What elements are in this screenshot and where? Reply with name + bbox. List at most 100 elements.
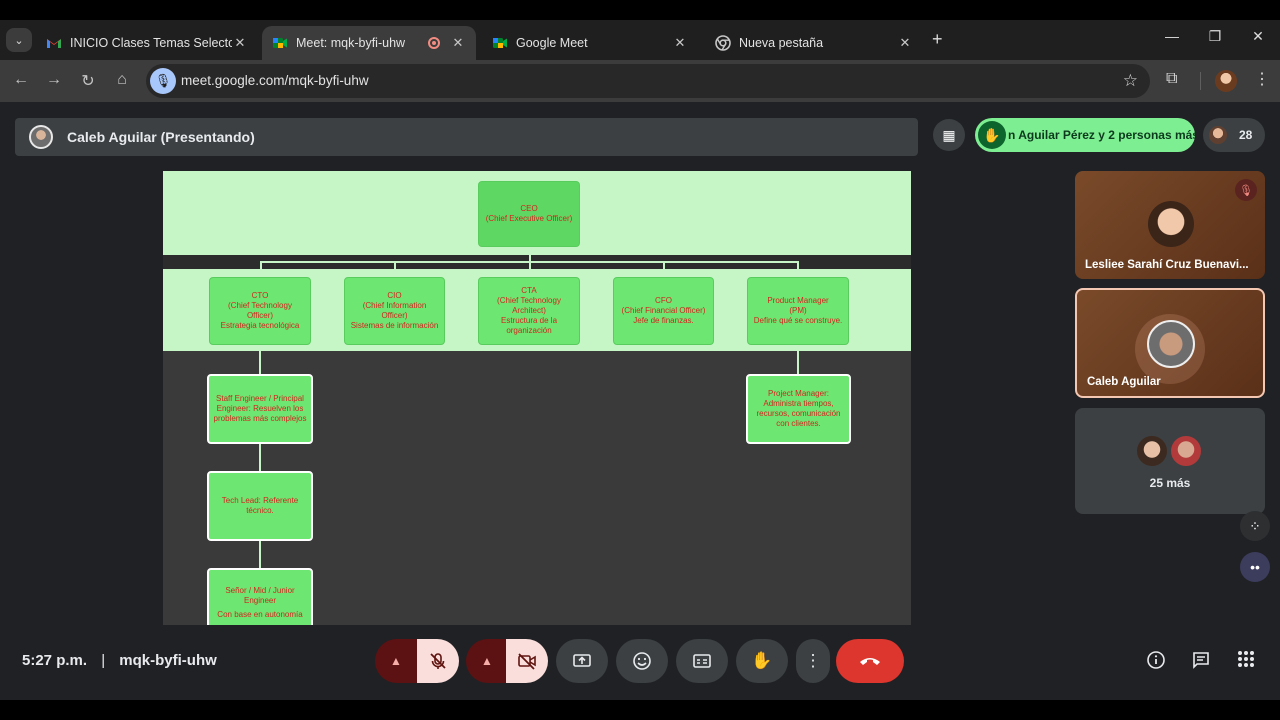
tab-search-chevron-icon[interactable]: ⌄ [6, 28, 32, 52]
profile-avatar[interactable] [1215, 70, 1237, 92]
recording-icon [428, 37, 440, 49]
tab-close-icon[interactable]: ✕ [450, 35, 466, 51]
org-box-desc: Sistemas de información [350, 321, 439, 330]
address-bar[interactable]: 🎙 meet.google.com/mqk-byfi-uhw ☆ [146, 64, 1150, 98]
org-connector [529, 261, 531, 277]
tab-meet-active[interactable]: Meet: mqk-byfi-uhw ✕ [262, 26, 476, 60]
reload-icon[interactable]: ↻ [78, 71, 98, 91]
org-box-title: CTA [521, 286, 537, 295]
participant-avatar [1135, 434, 1169, 468]
microphone-in-use-icon[interactable]: 🎙 [150, 68, 176, 94]
browser-toolbar: ← → ↻ ⌂ 🎙 meet.google.com/mqk-byfi-uhw ☆… [0, 60, 1280, 102]
meet-icon [272, 35, 288, 51]
meet-stage: Caleb Aguilar (Presentando) CEO (Chief E… [0, 102, 1280, 700]
new-tab-plus-icon[interactable]: + [932, 29, 943, 50]
bookmark-star-icon[interactable]: ☆ [1123, 71, 1138, 91]
companion-icon[interactable]: •• [1240, 552, 1270, 582]
participants-avatars [1209, 126, 1227, 144]
video-options-chevron-icon[interactable]: ▲ [466, 639, 508, 683]
org-box-engineers: Señor / Mid / Junior Engineer Con base e… [207, 568, 313, 625]
home-icon[interactable]: ⌂ [112, 71, 132, 89]
meeting-info: 5:27 p.m. | mqk-byfi-uhw [22, 652, 217, 669]
org-box-title: CEO [520, 204, 538, 213]
raise-hand-button[interactable]: ✋ [736, 639, 788, 683]
tab-close-icon[interactable]: ✕ [897, 35, 913, 51]
chat-icon[interactable] [1189, 650, 1213, 675]
window-close-icon[interactable]: ✕ [1248, 28, 1268, 45]
bottom-black-bar [0, 700, 1280, 720]
emoji-reaction-button[interactable] [616, 639, 668, 683]
presenter-avatar [29, 125, 53, 149]
raised-hands-pill[interactable]: ✋ n Aguilar Pérez y 2 personas más [975, 118, 1195, 152]
mic-muted-icon: 🎙 [1235, 179, 1257, 201]
emoji-icon [633, 652, 651, 670]
org-connector [797, 261, 799, 277]
browser-tab-strip: ⌄ INICIO Clases Temas Selectos II ✕ Meet… [0, 20, 1280, 60]
org-box-title: CTO [251, 291, 269, 300]
tab-new-tab[interactable]: Nueva pestaña ✕ [705, 26, 923, 60]
tab-close-icon[interactable]: ✕ [232, 35, 248, 51]
raised-hands-text: n Aguilar Pérez y 2 personas más [1008, 128, 1195, 142]
activities-grid-icon[interactable] [1234, 650, 1258, 673]
activities-icon[interactable]: ⁘ [1240, 511, 1270, 541]
org-box-desc: Con base en autonomía [217, 610, 303, 619]
forward-arrow-icon[interactable]: → [44, 71, 64, 89]
org-box-desc: Estructura de la organización [500, 316, 558, 335]
captions-icon [693, 654, 711, 668]
org-box-subtitle: (PM) [789, 306, 807, 315]
org-box-desc: Tech Lead: Referente técnico. [221, 496, 299, 515]
camera-off-button[interactable] [506, 639, 548, 683]
mic-off-icon [430, 653, 446, 669]
present-icon [573, 654, 591, 667]
meeting-details-info-icon[interactable] [1144, 650, 1168, 675]
screen-share-off-icon[interactable]: ▦ [933, 119, 965, 151]
mic-off-button[interactable] [417, 639, 459, 683]
back-arrow-icon[interactable]: ← [11, 71, 31, 89]
minimize-icon[interactable]: — [1162, 28, 1182, 44]
org-box-subtitle: (Chief Technology Architect) [497, 296, 561, 315]
hand-icon: ✋ [751, 651, 773, 670]
org-connector [260, 261, 262, 277]
leave-call-button[interactable] [836, 639, 904, 683]
audio-options-chevron-icon[interactable]: ▲ [375, 639, 417, 683]
org-box-title: CFO [655, 296, 672, 305]
restore-icon[interactable]: ❐ [1205, 28, 1225, 45]
captions-button[interactable] [676, 639, 728, 683]
more-options-button[interactable]: ⋮ [796, 639, 830, 683]
tab-google-meet[interactable]: Google Meet ✕ [482, 26, 698, 60]
more-participants-label: 25 más [1149, 476, 1191, 490]
others-tile[interactable]: 25 más [1075, 408, 1265, 514]
browser-menu-icon[interactable]: ⋮ [1254, 69, 1270, 89]
org-box-desc: Jefe de finanzas. [633, 316, 694, 325]
org-box-subtitle: (Chief Information Officer) [362, 301, 427, 320]
present-screen-button[interactable] [556, 639, 608, 683]
org-box-project-manager: Project Manager: Administra tiempos, rec… [746, 374, 851, 444]
tab-close-icon[interactable]: ✕ [672, 35, 688, 51]
participant-tile-caleb[interactable]: Caleb Aguilar [1075, 288, 1265, 398]
more-vert-icon: ⋮ [804, 651, 822, 670]
raised-hand-icon: ✋ [978, 121, 1006, 149]
participant-avatar [1147, 320, 1195, 368]
org-box-desc: Project Manager: Administra tiempos, rec… [756, 389, 841, 428]
meet-icon [492, 35, 508, 51]
meeting-info-separator: | [101, 652, 106, 669]
org-box-cfo: CFO (Chief Financial Officer) Jefe de fi… [613, 277, 714, 345]
org-connector [663, 261, 665, 277]
url-text: meet.google.com/mqk-byfi-uhw [181, 73, 369, 88]
toolbar-divider [1200, 72, 1201, 90]
org-connector [259, 443, 261, 471]
extensions-puzzle-icon[interactable]: ⧉ [1166, 70, 1177, 88]
gmail-icon [46, 35, 62, 51]
org-box-cio: CIO (Chief Information Officer) Sistemas… [344, 277, 445, 345]
participant-tile-lesliee[interactable]: 🎙 Lesliee Sarahí Cruz Buenavi... [1075, 171, 1265, 279]
org-connector [259, 345, 261, 375]
org-box-cto: CTO (Chief Technology Officer) Estrategi… [209, 277, 311, 345]
participant-avatar [1169, 434, 1203, 468]
hang-up-icon [860, 658, 880, 665]
org-box-cta: CTA (Chief Technology Architect) Estruct… [478, 277, 580, 345]
participant-name: Lesliee Sarahí Cruz Buenavi... [1085, 259, 1249, 271]
participants-button[interactable]: 28 [1203, 118, 1265, 152]
tab-gmail[interactable]: INICIO Clases Temas Selectos II ✕ [36, 26, 258, 60]
org-box-title: Señor / Mid / Junior Engineer [225, 586, 295, 605]
tab-title: Nueva pestaña [739, 36, 824, 50]
